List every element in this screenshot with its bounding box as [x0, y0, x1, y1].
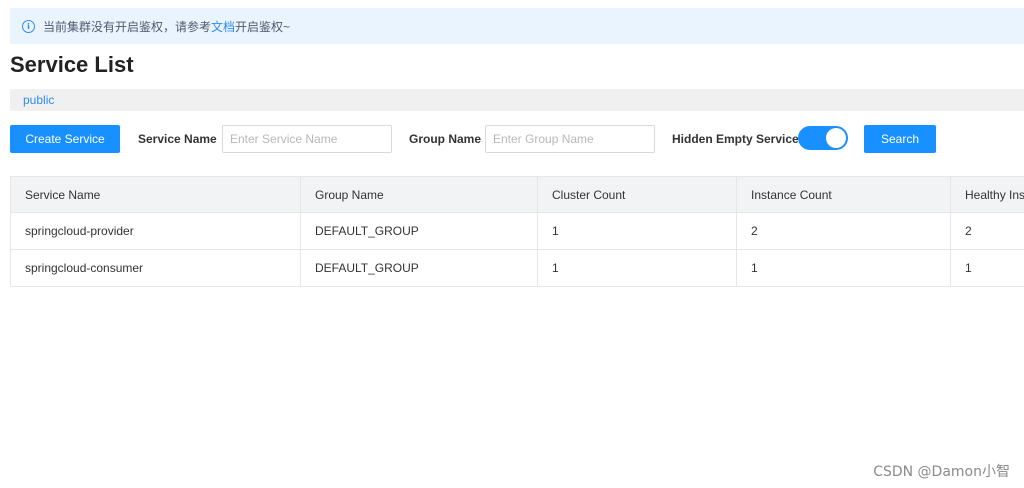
column-header-cluster-count[interactable]: Cluster Count — [538, 177, 737, 212]
group-name-cell: DEFAULT_GROUP — [301, 250, 538, 286]
instance-count-cell: 1 — [737, 250, 951, 286]
table-header-row: Service Name Group Name Cluster Count In… — [11, 177, 1024, 213]
service-name-label: Service Name — [138, 132, 217, 146]
alert-text-after: 开启鉴权~ — [235, 19, 291, 34]
docs-link[interactable]: 文档 — [211, 18, 235, 35]
hidden-empty-service-toggle[interactable] — [798, 126, 848, 150]
column-header-service-name[interactable]: Service Name — [11, 177, 301, 212]
table-row[interactable]: springcloud-provider DEFAULT_GROUP 1 2 2 — [11, 213, 1024, 250]
healthy-instance-cell: 1 — [965, 261, 972, 275]
auth-alert-banner: i 当前集群没有开启鉴权，请参考 文档 开启鉴权~ — [10, 8, 1024, 44]
group-name-cell: DEFAULT_GROUP — [301, 213, 538, 249]
service-name-cell: springcloud-provider — [11, 213, 301, 249]
search-button[interactable]: Search — [864, 125, 936, 153]
alert-text-before: 当前集群没有开启鉴权，请参考 — [43, 19, 212, 34]
namespace-bar: public — [10, 89, 1024, 111]
column-header-healthy-instance[interactable]: Healthy Inst — [951, 177, 1024, 212]
info-icon: i — [22, 19, 35, 33]
cluster-count-cell: 1 — [538, 250, 737, 286]
instance-count-cell: 2 — [737, 213, 951, 249]
healthy-instance-cell: 2 — [965, 224, 972, 238]
column-header-group-name[interactable]: Group Name — [301, 177, 538, 212]
namespace-public[interactable]: public — [23, 93, 54, 107]
page-title: Service List — [10, 52, 134, 77]
cluster-count-cell: 1 — [538, 213, 737, 249]
hidden-empty-service-label: Hidden Empty Service — [672, 132, 799, 146]
service-name-cell: springcloud-consumer — [11, 250, 301, 286]
service-name-input[interactable] — [222, 125, 392, 153]
watermark: CSDN @Damon小智 — [873, 464, 1010, 480]
column-header-instance-count[interactable]: Instance Count — [737, 177, 951, 212]
service-table: Service Name Group Name Cluster Count In… — [10, 176, 1024, 287]
toggle-knob — [826, 128, 846, 148]
table-row[interactable]: springcloud-consumer DEFAULT_GROUP 1 1 1 — [11, 250, 1024, 287]
group-name-label: Group Name — [409, 132, 482, 146]
group-name-input[interactable] — [485, 125, 655, 153]
filter-toolbar: Create Service Service Name Group Name H… — [10, 125, 1024, 153]
service-list-page: i 当前集群没有开启鉴权，请参考 文档 开启鉴权~ Service List pub… — [0, 0, 1024, 488]
create-service-button[interactable]: Create Service — [10, 125, 120, 153]
